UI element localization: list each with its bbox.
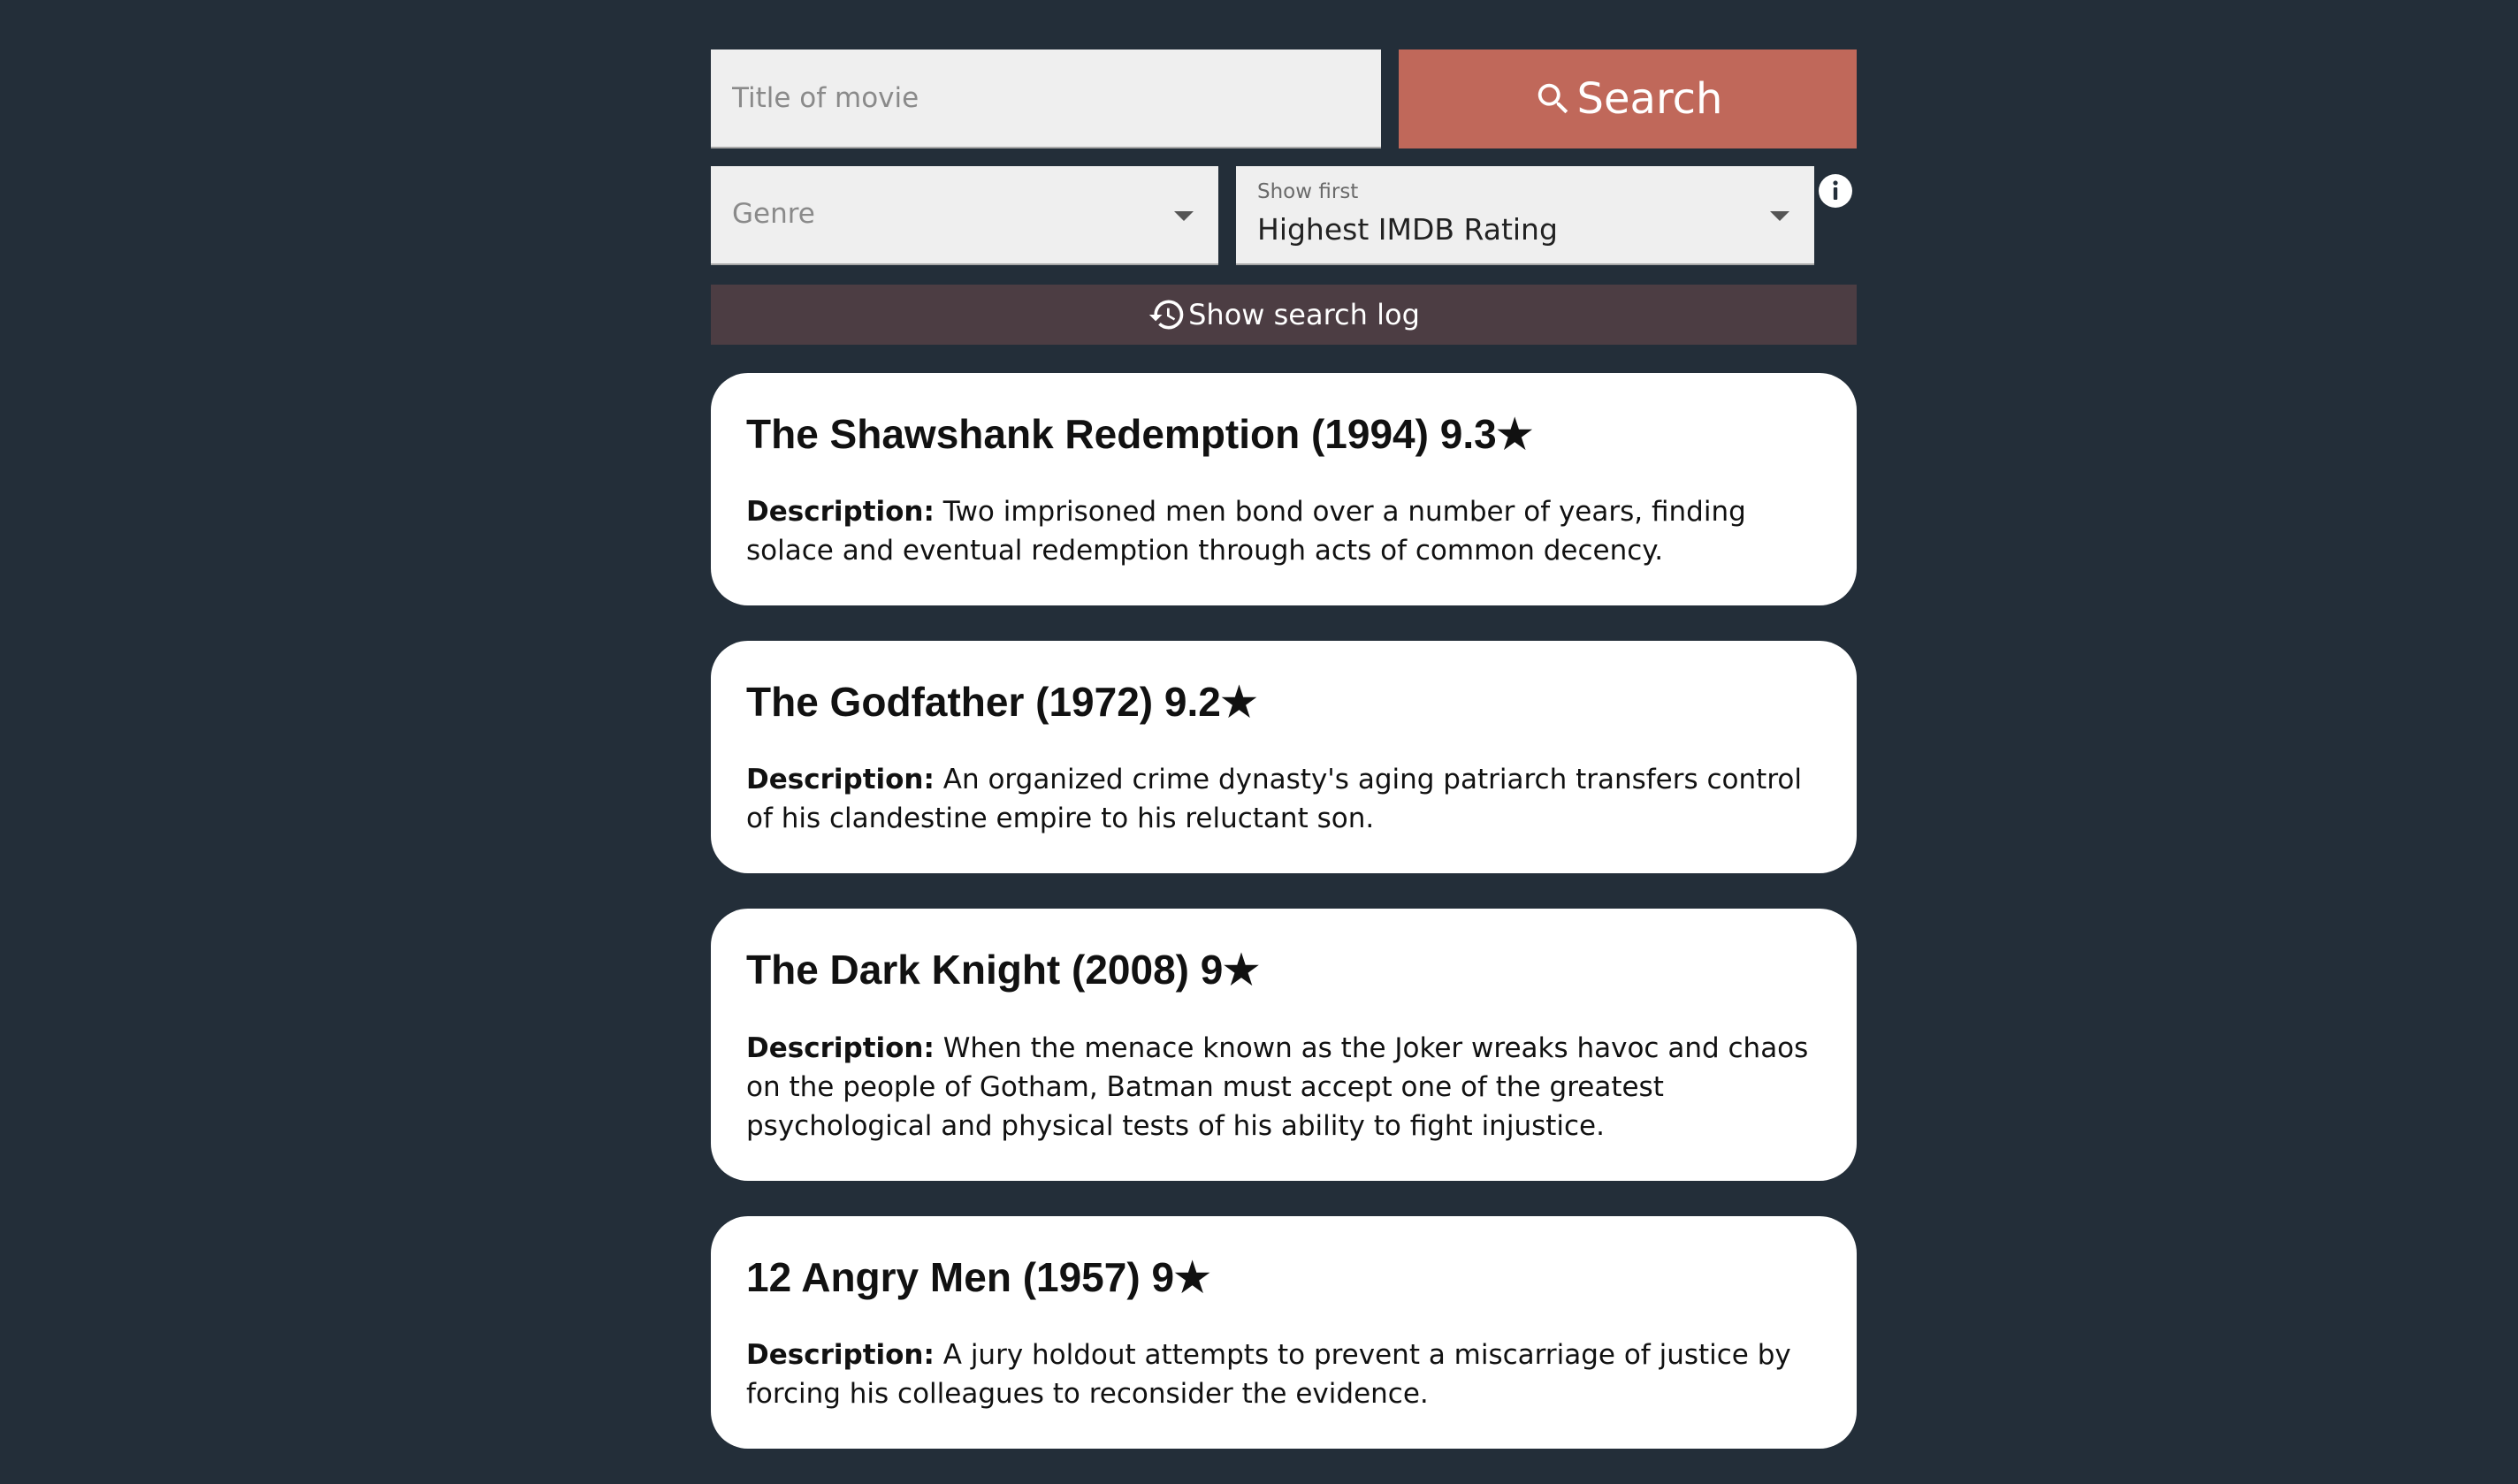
movie-card[interactable]: The Dark Knight (2008) 9★ Description: W… (711, 909, 1857, 1181)
movie-heading: The Godfather (1972) 9.2★ (746, 679, 1258, 726)
search-row: Search (711, 49, 1857, 148)
movie-description: Description: An organized crime dynasty'… (746, 760, 1821, 838)
movie-search-app: Search Genre Show first Highest IMDB Rat… (711, 49, 1857, 1484)
sort-label: Show first (1257, 180, 1359, 203)
history-icon (1148, 300, 1184, 330)
description-label: Description: (746, 1031, 935, 1064)
movie-description: Description: A jury holdout attempts to … (746, 1336, 1821, 1413)
movie-heading: The Dark Knight (2008) 9★ (746, 947, 1260, 993)
filter-row: Genre Show first Highest IMDB Rating (711, 166, 1857, 265)
movie-description: Description: When the menace known as th… (746, 1029, 1821, 1145)
chevron-down-icon (1174, 211, 1194, 221)
genre-select[interactable]: Genre (711, 166, 1218, 265)
results-list: The Shawshank Redemption (1994) 9.3★ Des… (711, 373, 1857, 1449)
genre-placeholder: Genre (732, 198, 815, 230)
movie-heading: The Shawshank Redemption (1994) 9.3★ (746, 411, 1533, 457)
movie-heading: 12 Angry Men (1957) 9★ (746, 1253, 1211, 1300)
description-label: Description: (746, 764, 935, 796)
description-label: Description: (746, 496, 935, 529)
movie-card[interactable]: 12 Angry Men (1957) 9★ Description: A ju… (711, 1215, 1857, 1449)
show-search-log-label: Show search log (1188, 298, 1420, 331)
title-input[interactable] (711, 49, 1381, 148)
movie-description: Description: Two imprisoned men bond ove… (746, 492, 1821, 570)
search-icon (1538, 83, 1568, 114)
show-search-log-button[interactable]: Show search log (711, 285, 1857, 345)
search-button-label: Search (1576, 74, 1723, 124)
movie-card[interactable]: The Godfather (1972) 9.2★ Description: A… (711, 641, 1857, 874)
description-label: Description: (746, 1338, 935, 1371)
sort-select[interactable]: Show first Highest IMDB Rating (1236, 166, 1814, 265)
search-button[interactable]: Search (1399, 49, 1857, 148)
info-icon[interactable] (1818, 173, 1853, 209)
movie-card[interactable]: The Shawshank Redemption (1994) 9.3★ Des… (711, 373, 1857, 606)
sort-value: Highest IMDB Rating (1257, 212, 1558, 247)
chevron-down-icon (1770, 211, 1789, 221)
